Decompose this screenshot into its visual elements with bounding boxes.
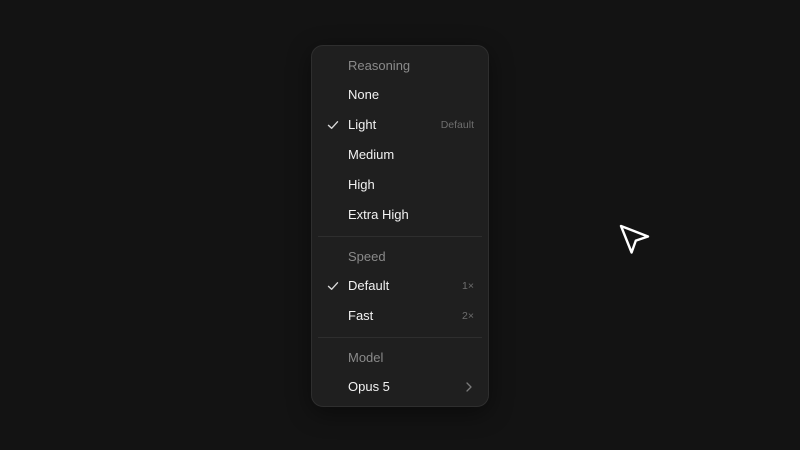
menu-item-label: Fast xyxy=(348,308,374,323)
check-icon xyxy=(327,121,339,129)
menu-item-model-opus-5[interactable]: Opus 5 xyxy=(316,373,484,401)
section-label-model: Model xyxy=(348,350,384,365)
check-icon xyxy=(327,282,339,290)
menu-item-label: Default xyxy=(348,278,390,293)
speed-multiplier-hint: 1× xyxy=(462,280,474,292)
options-menu: Reasoning None Light Default Medium High… xyxy=(311,45,489,407)
menu-item-label: Light xyxy=(348,117,377,132)
section-label-reasoning: Reasoning xyxy=(348,58,411,73)
stage: Reasoning None Light Default Medium High… xyxy=(0,0,800,450)
menu-item-reasoning-light[interactable]: Light Default xyxy=(316,111,484,139)
section-label-speed: Speed xyxy=(348,249,386,264)
menu-item-reasoning-medium[interactable]: Medium xyxy=(316,141,484,169)
speed-multiplier-hint: 2× xyxy=(462,310,474,322)
menu-item-speed-default[interactable]: Default 1× xyxy=(316,272,484,300)
menu-item-label: Opus 5 xyxy=(348,379,390,394)
menu-item-label: Medium xyxy=(348,147,395,162)
menu-item-reasoning-extra-high[interactable]: Extra High xyxy=(316,201,484,229)
menu-item-label: High xyxy=(348,177,375,192)
chevron-right-icon xyxy=(466,382,472,392)
menu-item-reasoning-high[interactable]: High xyxy=(316,171,484,199)
default-hint: Default xyxy=(440,119,474,131)
menu-item-label: Extra High xyxy=(348,207,409,222)
menu-item-reasoning-none[interactable]: None xyxy=(316,81,484,109)
menu-item-label: None xyxy=(348,87,380,102)
divider xyxy=(318,236,482,237)
arrow-cursor-icon xyxy=(619,224,650,254)
divider xyxy=(318,337,482,338)
menu-item-speed-fast[interactable]: Fast 2× xyxy=(316,302,484,330)
